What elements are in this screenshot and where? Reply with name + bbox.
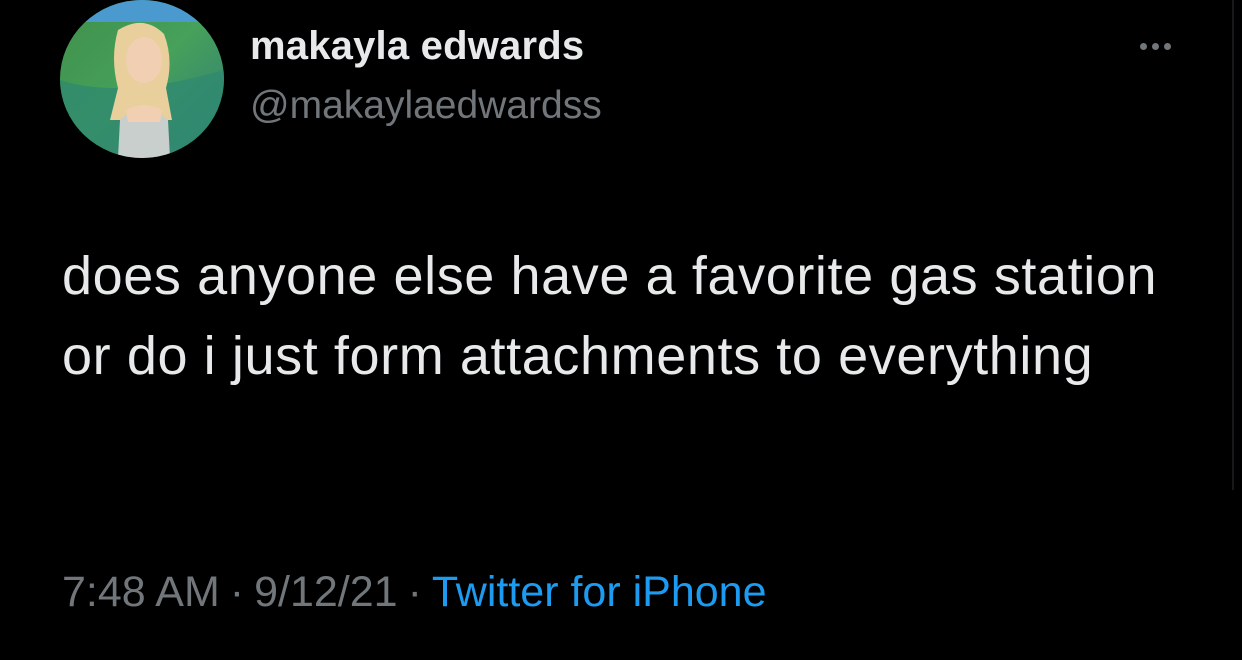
tweet-time[interactable]: 7:48 AM	[62, 568, 220, 616]
tweet-date[interactable]: 9/12/21	[254, 568, 397, 616]
avatar-photo	[60, 0, 224, 158]
more-horizontal-icon	[1139, 42, 1147, 50]
more-horizontal-icon-dot	[1151, 42, 1159, 50]
divider-line	[1232, 0, 1234, 490]
more-options-button[interactable]	[1130, 32, 1180, 60]
author-display-name[interactable]: makayla edwards	[250, 24, 584, 69]
separator-dot: ·	[229, 568, 245, 616]
more-horizontal-icon-dot	[1163, 42, 1171, 50]
separator-dot: ·	[407, 568, 422, 616]
tweet-text: does anyone else have a favorite gas sta…	[62, 246, 1158, 386]
author-handle[interactable]: @makaylaedwardss	[250, 84, 602, 128]
avatar[interactable]	[60, 0, 224, 158]
tweet-source-link[interactable]: Twitter for iPhone	[432, 568, 767, 616]
tweet-metadata: 7:48 AM · 9/12/21 · Twitter for iPhone	[62, 568, 766, 617]
